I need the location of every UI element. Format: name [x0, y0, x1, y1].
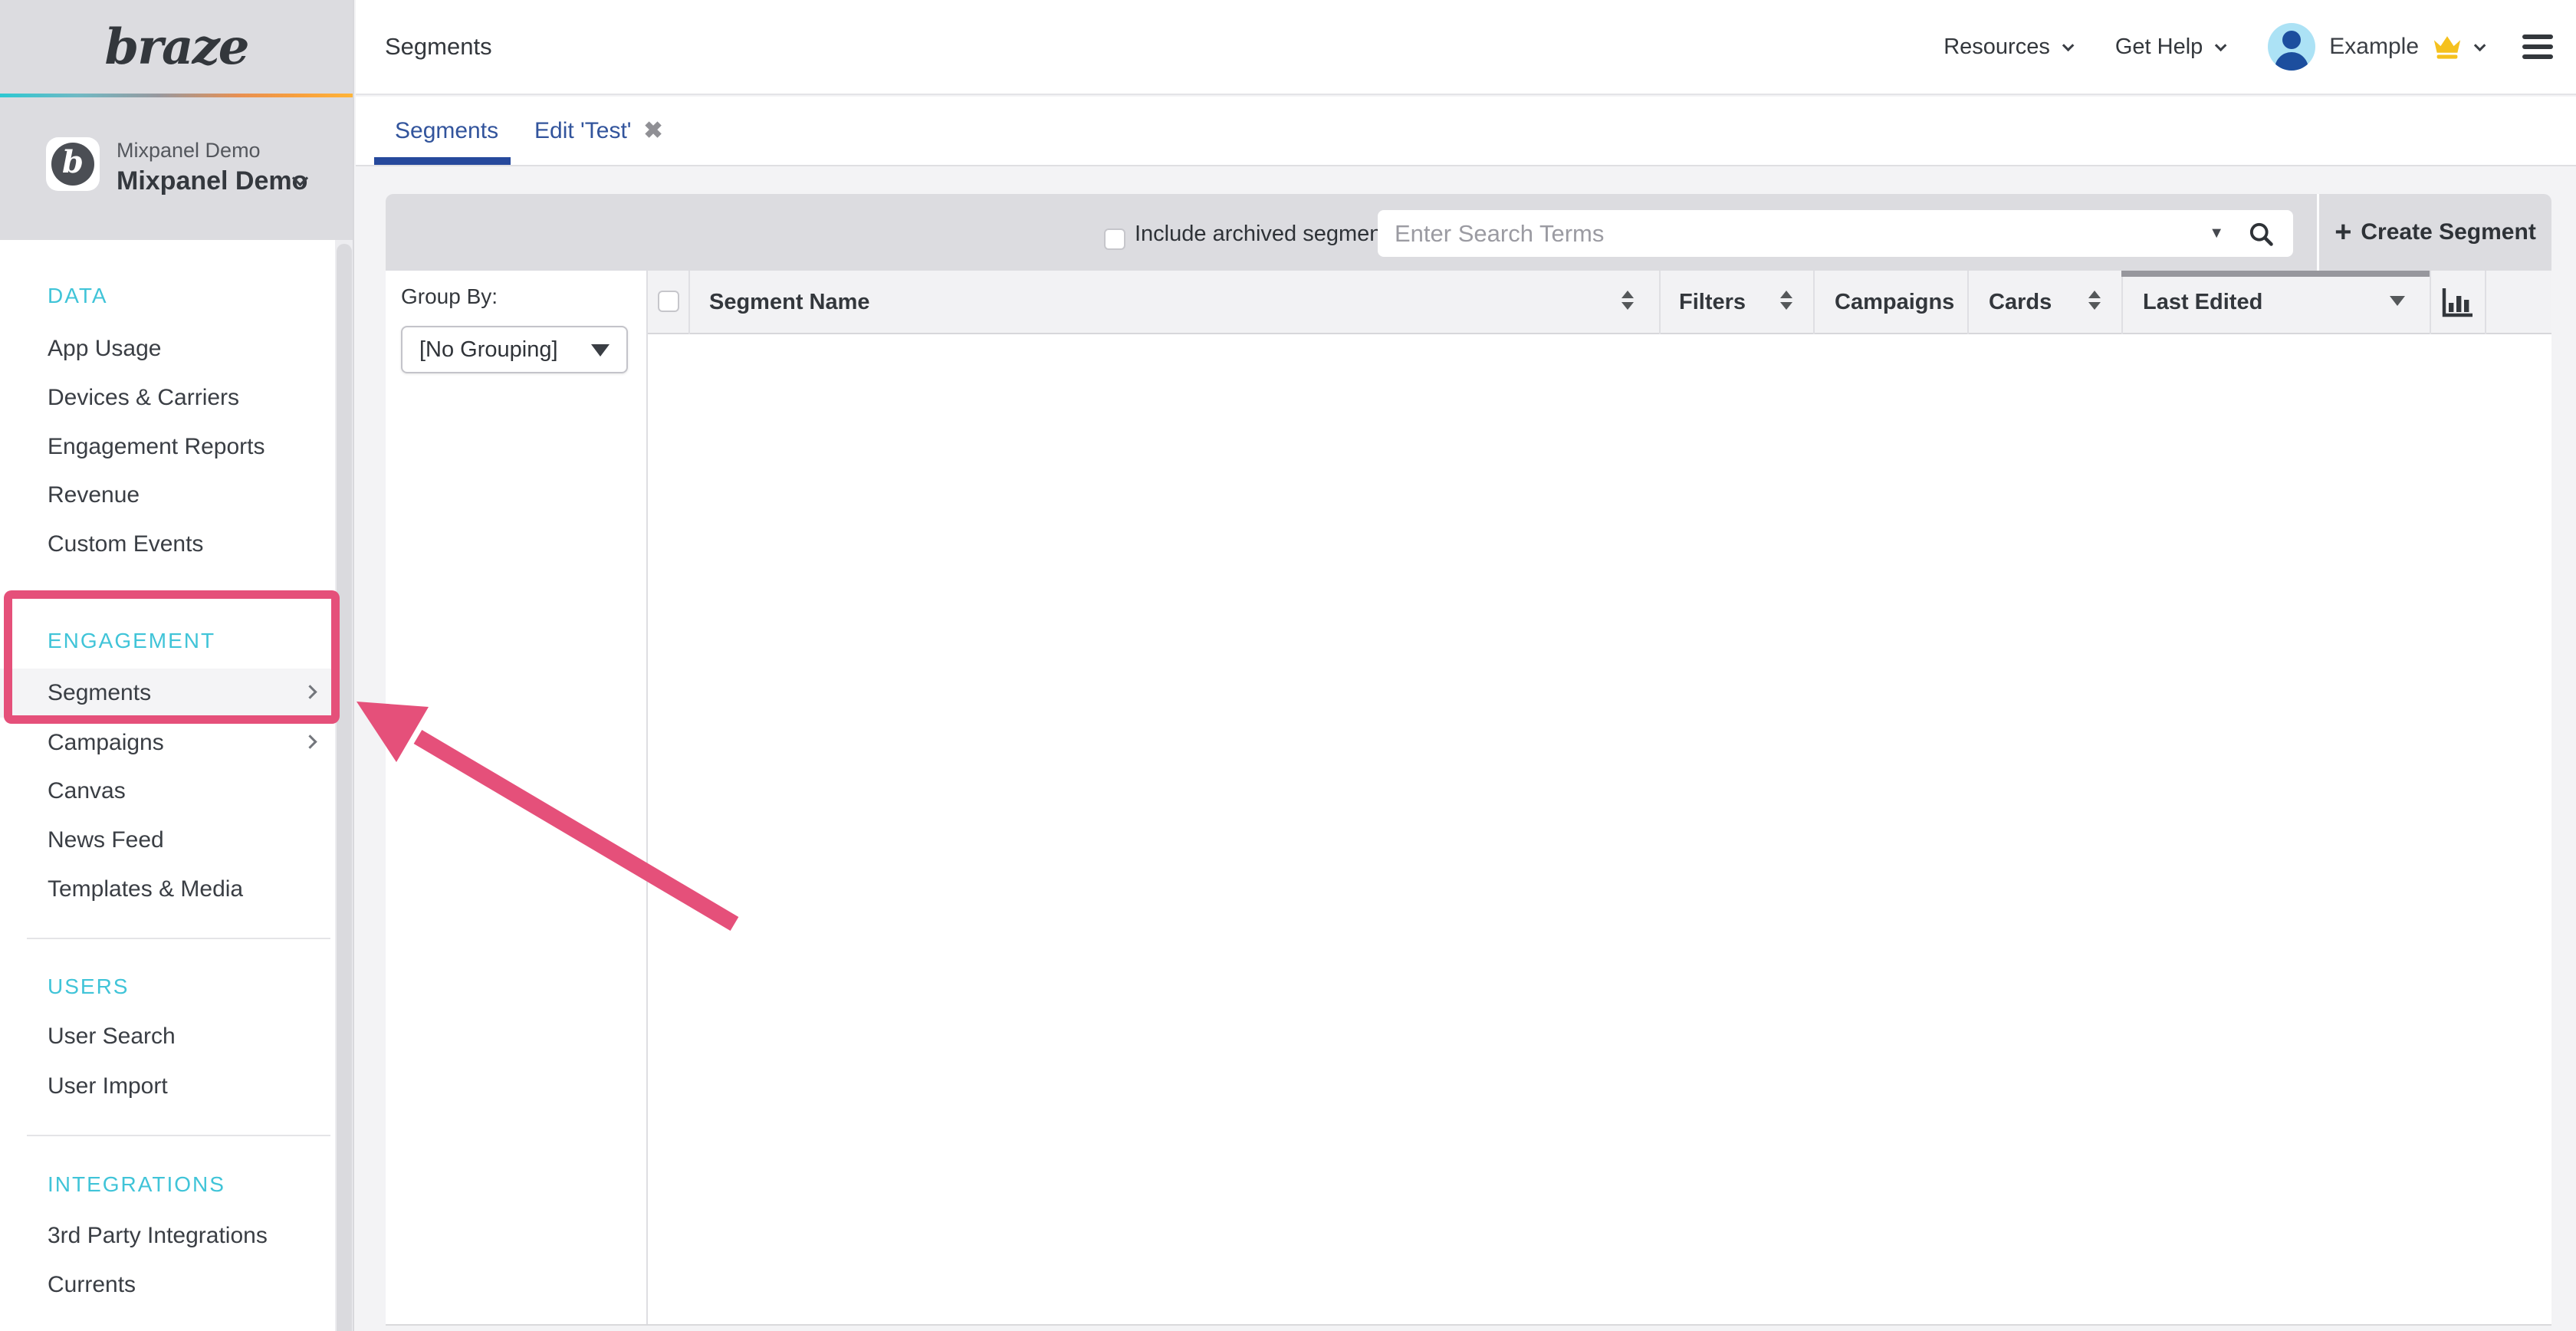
tab-bar: Segments Edit 'Test' ✖: [356, 97, 2576, 166]
resources-menu[interactable]: Resources: [1944, 35, 2071, 60]
sidebar-item-custom-events[interactable]: Custom Events: [0, 520, 335, 569]
select-all-checkbox[interactable]: [658, 291, 679, 312]
section-header-users: USERS: [48, 971, 129, 1002]
plus-icon: +: [2334, 194, 2351, 271]
caret-down-icon: [591, 344, 610, 357]
search-placeholder: Enter Search Terms: [1395, 210, 1604, 257]
sidebar: braze b Mixpanel Demo Mixpanel Demo DATA…: [0, 0, 354, 1331]
chevron-down-icon: [2215, 39, 2227, 51]
user-avatar[interactable]: [2268, 23, 2315, 71]
sidebar-item-currents[interactable]: Currents: [0, 1260, 335, 1310]
workspace-name: Mixpanel Demo: [117, 166, 307, 196]
crown-icon: [2431, 33, 2463, 61]
avatar-person-icon: [2282, 31, 2301, 49]
sidebar-divider: [27, 1135, 330, 1136]
column-campaigns[interactable]: Campaigns: [1835, 271, 1954, 334]
column-segment-name[interactable]: Segment Name: [709, 271, 870, 334]
close-tab-icon[interactable]: ✖: [644, 117, 663, 144]
group-by-panel: Group By: [No Grouping]: [386, 271, 648, 1324]
sidebar-item-engagement-reports[interactable]: Engagement Reports: [0, 422, 335, 472]
workspace-app-icon: b: [46, 137, 100, 191]
tab-edit-test[interactable]: Edit 'Test' ✖: [534, 97, 663, 165]
workspace-company: Mixpanel Demo: [117, 139, 261, 163]
create-segment-button[interactable]: + Create Segment: [2319, 194, 2551, 271]
sort-icon-segment-name[interactable]: [1622, 291, 1634, 310]
table-bottom-border: [386, 1324, 2551, 1326]
column-filters[interactable]: Filters: [1679, 271, 1746, 334]
section-header-engagement: ENGAGEMENT: [48, 626, 215, 656]
tab-segments[interactable]: Segments: [395, 97, 498, 165]
get-help-menu[interactable]: Get Help: [2115, 35, 2223, 60]
sidebar-item-user-search[interactable]: User Search: [0, 1012, 335, 1061]
chevron-down-icon[interactable]: [2474, 39, 2486, 51]
group-by-dropdown[interactable]: [No Grouping]: [401, 326, 628, 373]
search-dropdown-caret-icon[interactable]: ▼: [2209, 210, 2224, 257]
sort-icon-cards[interactable]: [2088, 291, 2101, 310]
sidebar-divider: [27, 938, 330, 939]
include-archived-label: Include archived segments: [1135, 194, 1399, 271]
sidebar-scrollbar-thumb[interactable]: [337, 244, 352, 1331]
search-input[interactable]: Enter Search Terms ▼: [1378, 210, 2293, 257]
chevron-down-icon: [2062, 39, 2075, 51]
sidebar-item-templates-media[interactable]: Templates & Media: [0, 865, 335, 914]
column-last-edited[interactable]: Last Edited: [2143, 271, 2262, 334]
topbar-right-cluster: Resources Get Help Example: [1944, 0, 2553, 94]
sidebar-item-campaigns[interactable]: Campaigns: [0, 718, 335, 767]
braze-b-icon: b: [51, 143, 94, 186]
hamburger-menu-icon[interactable]: [2522, 35, 2553, 59]
analytics-chart-icon[interactable]: [2440, 287, 2476, 323]
sidebar-item-canvas[interactable]: Canvas: [0, 767, 335, 816]
top-bar: Segments Resources Get Help Example: [356, 0, 2576, 95]
chevron-right-icon: [303, 735, 317, 748]
sidebar-item-3rd-party-integrations[interactable]: 3rd Party Integrations: [0, 1211, 335, 1260]
search-icon[interactable]: [2247, 220, 2275, 251]
segments-table-body: [648, 334, 2551, 1324]
sort-desc-icon[interactable]: [2390, 296, 2405, 306]
workspace-selector[interactable]: b Mixpanel Demo Mixpanel Demo: [0, 97, 353, 240]
include-archived-checkbox[interactable]: [1104, 228, 1125, 250]
sidebar-item-news-feed[interactable]: News Feed: [0, 816, 335, 865]
sort-icon-filters[interactable]: [1780, 291, 1792, 310]
user-name: Example: [2329, 34, 2419, 60]
column-cards[interactable]: Cards: [1989, 271, 2052, 334]
page-title: Segments: [385, 0, 492, 94]
group-by-value: [No Grouping]: [419, 327, 558, 372]
section-header-data: DATA: [48, 281, 108, 311]
braze-dashboard: { "brand": { "logo": "braze", "workspace…: [0, 0, 2576, 1331]
sidebar-item-segments[interactable]: Segments: [0, 669, 335, 718]
active-tab-underline: [374, 157, 511, 165]
segments-table-header: Segment Name Filters Campaigns Cards Las…: [648, 271, 2551, 334]
group-by-label: Group By:: [401, 284, 498, 309]
logo-area: braze: [0, 0, 353, 94]
sidebar-item-revenue[interactable]: Revenue: [0, 471, 335, 520]
braze-logo: braze: [105, 18, 248, 76]
sidebar-item-app-usage[interactable]: App Usage: [0, 324, 335, 373]
segments-toolbar: Include archived segments Enter Search T…: [386, 194, 2551, 271]
chevron-right-icon: [303, 685, 317, 698]
section-header-integrations: INTEGRATIONS: [48, 1169, 225, 1200]
sidebar-item-user-import[interactable]: User Import: [0, 1062, 335, 1111]
sidebar-item-devices-carriers[interactable]: Devices & Carriers: [0, 373, 335, 422]
